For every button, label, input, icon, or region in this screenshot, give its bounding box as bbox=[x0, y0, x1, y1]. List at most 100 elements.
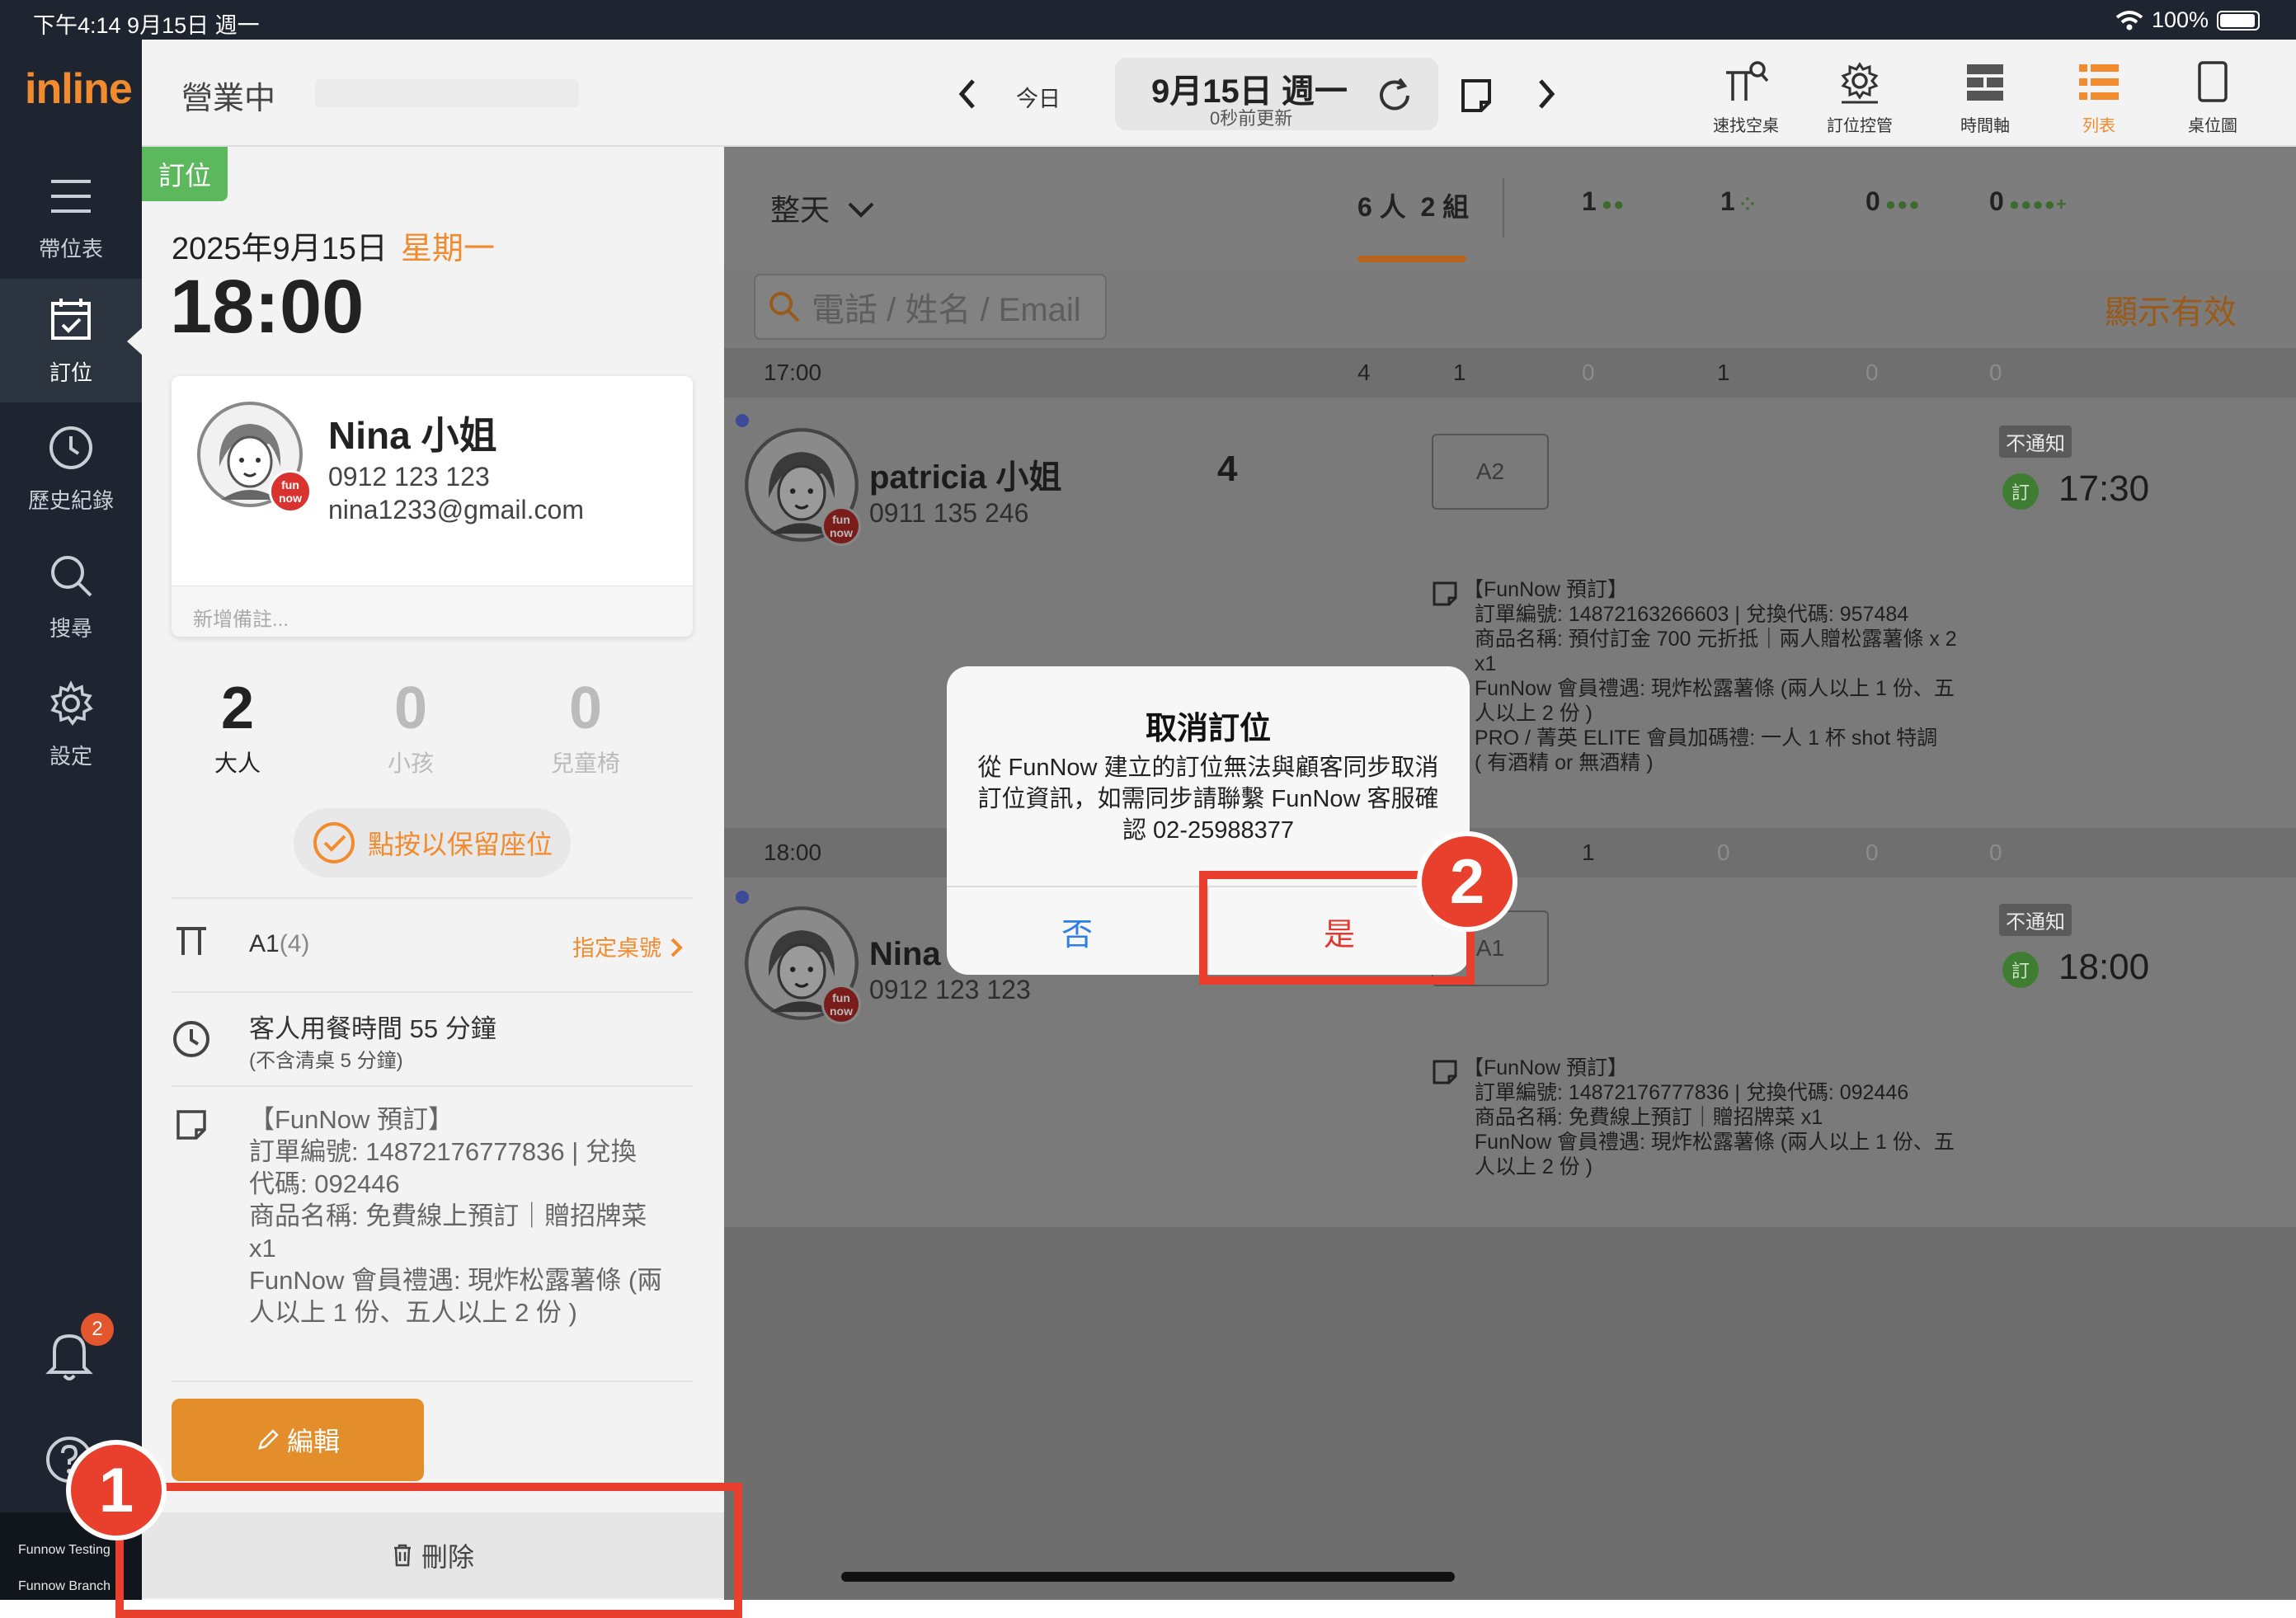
note-line: 訂單編號: 14872176777836 | 兌換代碼: 092446 bbox=[1463, 1081, 1909, 1104]
party-6-count: 0 bbox=[1866, 186, 1880, 216]
step-marker-2: 2 bbox=[1417, 831, 1517, 932]
notify-tag[interactable]: 不通知 bbox=[1999, 904, 2072, 936]
slot-stat: 0 bbox=[1989, 360, 2002, 385]
guest-email[interactable]: nina1233@gmail.com bbox=[328, 495, 584, 525]
blurred-store-name bbox=[315, 79, 579, 107]
notify-tag[interactable]: 不通知 bbox=[1999, 426, 2072, 458]
slot-stat: 0 bbox=[1866, 360, 1879, 385]
refresh-icon[interactable] bbox=[1375, 76, 1414, 115]
filter-party-8[interactable]: 0 ●●●●+ bbox=[1989, 186, 2068, 217]
find-table-icon bbox=[1726, 61, 1769, 101]
nav-item-reservations[interactable]: 訂位 bbox=[0, 279, 144, 402]
reservation-phone: 0912 123 123 bbox=[869, 975, 1031, 1004]
tool-list[interactable]: 列表 bbox=[2054, 59, 2144, 142]
reservation-weekday: 星期一 bbox=[400, 232, 495, 266]
adult-count[interactable]: 2 大人 bbox=[155, 675, 320, 778]
dialog-no-button[interactable]: 否 bbox=[947, 887, 1209, 975]
home-indicator[interactable] bbox=[841, 1572, 1455, 1582]
note-line: 【FunNow 預訂】 bbox=[1463, 578, 1629, 601]
reservation-note: 【FunNow 預訂】 訂單編號: 14872176777836 | 兌換 代碼… bbox=[249, 1103, 686, 1329]
nav-item-history[interactable]: 歷史紀錄 bbox=[0, 407, 142, 530]
last-updated: 0秒前更新 bbox=[1210, 108, 1293, 129]
nav-label: 設定 bbox=[49, 743, 92, 769]
highchair-count[interactable]: 0 兒童椅 bbox=[503, 675, 668, 778]
slot-stat: 1 bbox=[1717, 360, 1730, 385]
divider bbox=[172, 1380, 693, 1382]
reservation-table[interactable]: A2 bbox=[1432, 434, 1549, 510]
assign-table-link[interactable]: 指定桌號 bbox=[572, 930, 685, 962]
nav-item-seating[interactable]: 帶位表 bbox=[0, 155, 142, 279]
search-input[interactable]: 電話 / 姓名 / Email bbox=[754, 274, 1107, 340]
party-size-2-icon: ●● bbox=[1601, 194, 1626, 214]
reservation-note: 【FunNow 預訂】 訂單編號: 14872163266603 | 兌換代碼:… bbox=[1463, 577, 2007, 775]
note-line: 訂單編號: 14872176777836 | 兌換 bbox=[249, 1137, 637, 1166]
left-nav: inline 帶位表 訂位 歷史紀錄 搜尋 設定 2 Funnow Testin… bbox=[0, 40, 144, 1600]
tool-label: 時間軸 bbox=[1960, 117, 2010, 135]
note-line: 商品名稱: 免費線上預訂｜贈招牌菜 bbox=[249, 1202, 647, 1230]
time-slot-header: 17:00 4 1 0 1 0 0 bbox=[724, 348, 2296, 397]
total-people: 6 人 bbox=[1357, 192, 1406, 222]
dialog-title: 取消訂位 bbox=[1145, 712, 1271, 746]
slot-stat: 0 bbox=[1717, 840, 1730, 865]
note-line: 代碼: 092446 bbox=[249, 1169, 400, 1198]
filter-party-4[interactable]: 1 ⁘ bbox=[1720, 186, 1756, 217]
note-line: 【FunNow 預訂】 bbox=[249, 1105, 454, 1134]
filter-total[interactable]: 6 人 2 組 bbox=[1357, 186, 1469, 224]
date-picker[interactable]: 9月15日 週一 0秒前更新 bbox=[1115, 58, 1438, 130]
party-8-count: 0 bbox=[1989, 186, 2004, 216]
edit-button[interactable]: 編輯 bbox=[172, 1399, 424, 1481]
search-placeholder: 電話 / 姓名 / Email bbox=[812, 292, 1081, 328]
tool-booking-control[interactable]: 訂位控管 bbox=[1814, 59, 1905, 142]
child-count-value: 0 bbox=[393, 675, 428, 741]
nav-item-settings[interactable]: 設定 bbox=[0, 662, 142, 786]
chevron-right-icon bbox=[1539, 79, 1555, 109]
period-label: 整天 bbox=[770, 193, 830, 227]
hold-seat-label: 點按以保留座位 bbox=[367, 830, 553, 859]
next-day-button[interactable] bbox=[1527, 73, 1564, 115]
day-note-icon[interactable] bbox=[1460, 78, 1493, 114]
reservation-detail-panel: 訂位 2025年9月15日 星期一 18:00 fun now Nina 小姐 0… bbox=[142, 147, 724, 1600]
show-valid-toggle[interactable]: 顯示有效 bbox=[2105, 285, 2237, 333]
note-line: x1 bbox=[249, 1234, 276, 1263]
table-capacity: (4) bbox=[279, 930, 310, 957]
funnow-badge: fun now bbox=[821, 985, 861, 1024]
guest-phone[interactable]: 0912 123 123 bbox=[328, 462, 490, 492]
wifi-icon bbox=[2115, 10, 2143, 30]
today-button[interactable]: 今日 bbox=[1016, 81, 1061, 113]
slot-stat: 0 bbox=[1582, 360, 1595, 385]
period-selector[interactable]: 整天 bbox=[770, 186, 876, 229]
table-icon bbox=[176, 927, 206, 955]
note-icon bbox=[1433, 1060, 1457, 1084]
hold-seat-button[interactable]: 點按以保留座位 bbox=[294, 808, 571, 877]
assigned-table: A1(4) bbox=[249, 930, 309, 958]
note-line: 人以上 1 份、五人以上 2 份 ) bbox=[249, 1298, 577, 1327]
highchair-count-value: 0 bbox=[568, 675, 603, 741]
memo-input[interactable]: 新增備註... bbox=[172, 586, 693, 637]
booked-status-icon[interactable]: 訂 bbox=[2002, 952, 2039, 988]
tool-find-table[interactable]: 速找空桌 bbox=[1701, 59, 1791, 142]
party-4-count: 1 bbox=[1720, 186, 1735, 216]
tool-label: 速找空桌 bbox=[1713, 117, 1779, 135]
note-line: 人以上 2 份 ) bbox=[1463, 1155, 1593, 1178]
child-count[interactable]: 0 小孩 bbox=[328, 675, 493, 778]
reservation-date-text: 2025年9月15日 bbox=[172, 232, 388, 266]
note-line: 商品名稱: 預付訂金 700 元折抵｜兩人贈松露薯條 x 2 bbox=[1463, 628, 1957, 651]
unread-dot bbox=[736, 891, 749, 904]
battery-percent: 100% bbox=[2151, 7, 2209, 32]
filter-party-2[interactable]: 1 ●● bbox=[1582, 186, 1625, 217]
tool-table-map[interactable]: 桌位圖 bbox=[2167, 59, 2258, 142]
gear-icon bbox=[50, 680, 93, 726]
party-size-4-icon: ⁘ bbox=[1739, 194, 1757, 214]
tool-label: 訂位控管 bbox=[1827, 117, 1893, 135]
search-icon bbox=[769, 292, 800, 322]
nav-item-search[interactable]: 搜尋 bbox=[0, 534, 142, 658]
reservation-name: patricia 小姐 bbox=[869, 459, 1062, 496]
guest-card[interactable]: fun now Nina 小姐 0912 123 123 nina1233@gm… bbox=[172, 376, 693, 637]
party-size-8-icon: ●●●●+ bbox=[2008, 194, 2068, 214]
tool-timeline[interactable]: 時間軸 bbox=[1940, 59, 2030, 142]
prev-day-button[interactable] bbox=[950, 73, 986, 115]
booked-status-icon[interactable]: 訂 bbox=[2002, 473, 2039, 510]
reservation-time: 18:00 bbox=[170, 265, 365, 349]
filter-party-6[interactable]: 0 ●●● bbox=[1866, 186, 1921, 217]
dining-duration[interactable]: 客人用餐時間 55 分鐘 bbox=[249, 1008, 496, 1045]
